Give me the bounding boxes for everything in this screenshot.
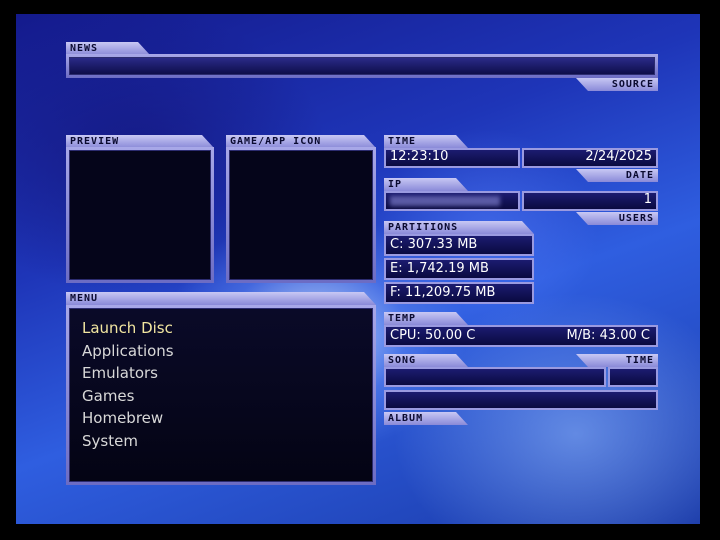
menu-item-emulators[interactable]: Emulators xyxy=(82,364,158,382)
menu-item-applications[interactable]: Applications xyxy=(82,342,174,360)
dashboard-screen: NEWS SOURCE PREVIEW GAME/APP ICON TIME 1… xyxy=(16,14,700,524)
users-value: 1 xyxy=(643,192,652,207)
source-label: SOURCE xyxy=(576,78,658,91)
users-field: 1 xyxy=(522,191,658,211)
partitions-header: PARTITIONS xyxy=(384,221,534,234)
album-field xyxy=(384,390,658,410)
ip-field xyxy=(384,191,520,211)
game-icon-panel xyxy=(226,147,376,283)
partition-c-value: C: 307.33 MB xyxy=(390,237,478,252)
partition-e: E: 1,742.19 MB xyxy=(384,258,534,280)
album-label: ALBUM xyxy=(384,412,468,425)
cpu-temp-value: CPU: 50.00 C xyxy=(390,328,476,343)
users-label: USERS xyxy=(576,212,658,225)
song-time-label: TIME xyxy=(576,354,658,367)
song-time-field xyxy=(608,367,658,387)
date-value: 2/24/2025 xyxy=(585,149,652,164)
time-field: 12:23:10 xyxy=(384,148,520,168)
song-header: SONG xyxy=(384,354,468,367)
menu-header: MENU xyxy=(66,292,376,305)
temp-field: CPU: 50.00 C M/B: 43.00 C xyxy=(384,325,658,347)
time-value: 12:23:10 xyxy=(390,149,449,164)
partition-e-value: E: 1,742.19 MB xyxy=(390,261,489,276)
song-title-field xyxy=(384,367,606,387)
time-header: TIME xyxy=(384,135,468,148)
date-field: 2/24/2025 xyxy=(522,148,658,168)
menu-item-launch-disc[interactable]: Launch Disc xyxy=(82,319,173,337)
partition-c: C: 307.33 MB xyxy=(384,234,534,256)
partition-f: F: 11,209.75 MB xyxy=(384,282,534,304)
news-ticker xyxy=(66,54,658,78)
menu-item-games[interactable]: Games xyxy=(82,387,134,405)
partition-f-value: F: 11,209.75 MB xyxy=(390,285,496,300)
mb-temp-value: M/B: 43.00 C xyxy=(566,328,650,343)
ip-value-blurred xyxy=(390,196,500,206)
date-label: DATE xyxy=(576,169,658,182)
preview-panel xyxy=(66,147,214,283)
ip-header: IP xyxy=(384,178,468,191)
menu-item-system[interactable]: System xyxy=(82,432,138,450)
temp-header: TEMP xyxy=(384,312,468,325)
menu-item-homebrew[interactable]: Homebrew xyxy=(82,409,163,427)
